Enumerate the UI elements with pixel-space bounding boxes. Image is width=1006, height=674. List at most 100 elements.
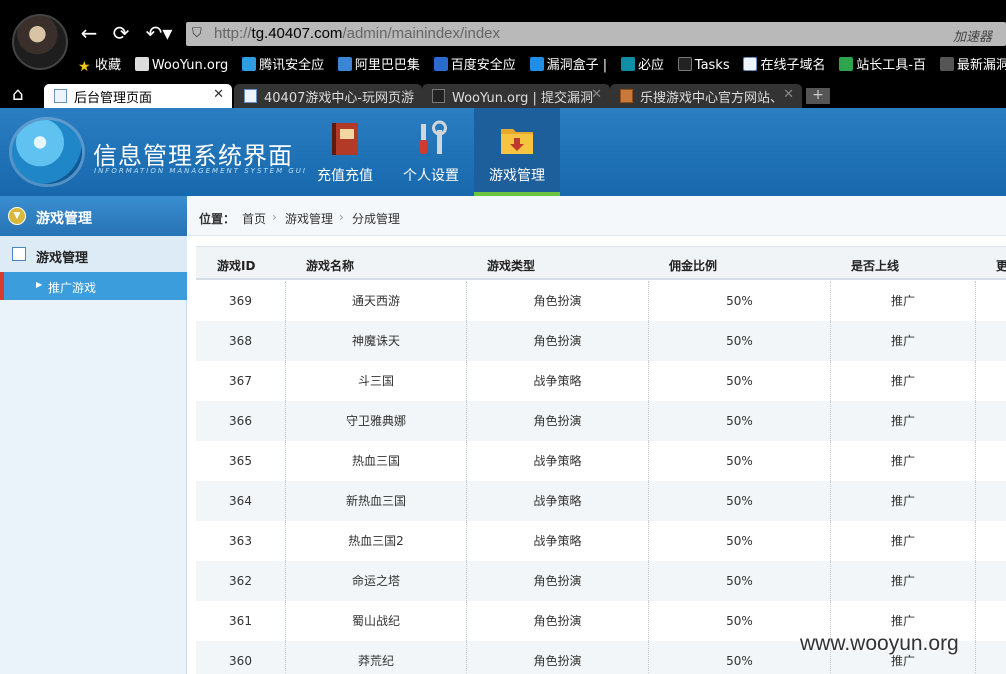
bookmark-item[interactable]: 最新漏洞 - (939, 56, 1006, 76)
bookmark-item[interactable]: 漏洞盒子 | (529, 56, 607, 76)
user-avatar[interactable] (12, 14, 68, 70)
cell-id: 364 (196, 481, 286, 521)
bookmark-item[interactable]: Tasks (677, 56, 730, 76)
tab-label: WooYun.org | 提交漏洞 (452, 91, 594, 106)
table-row[interactable]: 368 神魔诛天 角色扮演 50% 推广 (196, 321, 1006, 361)
site-icon (620, 89, 633, 103)
cell-more (976, 361, 1006, 401)
breadcrumb-separator: › (339, 210, 344, 224)
breadcrumb-label: 位置： (199, 212, 236, 226)
cell-name: 守卫雅典娜 (286, 401, 467, 441)
sidebar-group[interactable]: 游戏管理 (0, 236, 187, 272)
cell-ratio: 50% (649, 401, 831, 441)
table-row[interactable]: 367 斗三国 战争策略 50% 推广 (196, 361, 1006, 401)
cell-id: 361 (196, 601, 286, 641)
undo-menu-icon[interactable]: ↶▾ (142, 22, 176, 44)
bookmark-item[interactable]: 腾讯安全应 (242, 56, 324, 76)
caret-right-icon: ▶ (36, 280, 43, 289)
logo-globe-icon (12, 120, 82, 184)
site-icon (242, 57, 257, 71)
close-icon[interactable]: ✕ (783, 87, 794, 102)
address-text[interactable]: http://tg.40407.com/admin/mainindex/inde… (214, 25, 500, 42)
cell-type: 战争策略 (467, 441, 649, 481)
cell-more (976, 401, 1006, 441)
cell-name: 命运之塔 (286, 561, 467, 601)
table-header: 游戏ID 游戏名称 游戏类型 佣金比例 是否上线 更 (196, 246, 1006, 280)
table-row[interactable]: 363 热血三国2 战争策略 50% 推广 (196, 521, 1006, 561)
star-icon: ★ (78, 59, 91, 75)
folder-icon (501, 129, 533, 154)
cell-name: 蜀山战纪 (286, 601, 467, 641)
table-row[interactable]: 366 守卫雅典娜 角色扮演 50% 推广 (196, 401, 1006, 441)
cell-more (976, 561, 1006, 601)
cell-ratio: 50% (649, 361, 831, 401)
cell-online: 推广 (831, 441, 976, 481)
tab-strip: ⌂ 后台管理页面 ✕ 40407游戏中心-玩网页游 ✕ WooYun.org |… (0, 82, 1006, 108)
bookmark-item[interactable]: 百度安全应 (433, 56, 516, 76)
cell-online: 推广 (831, 401, 976, 441)
nav-recharge[interactable]: 充值充值 (302, 108, 388, 196)
bookmark-item[interactable]: 阿里巴巴集 (337, 56, 420, 76)
bookmark-item[interactable]: WooYun.org (134, 56, 228, 76)
cell-more (976, 441, 1006, 481)
breadcrumb-game-management[interactable]: 游戏管理 (285, 210, 333, 227)
close-icon[interactable]: ✕ (591, 87, 602, 102)
table-row[interactable]: 362 命运之塔 角色扮演 50% 推广 (196, 561, 1006, 601)
shield-icon (529, 57, 544, 71)
cell-more (976, 281, 1006, 321)
tab-label: 40407游戏中心-玩网页游 (264, 91, 415, 106)
column-header: 游戏类型 (487, 259, 536, 273)
cell-ratio: 50% (649, 321, 831, 361)
back-icon[interactable]: ← (78, 22, 100, 44)
tab-admin[interactable]: 后台管理页面 ✕ (44, 84, 232, 108)
cell-type: 角色扮演 (467, 281, 649, 321)
site-icon (839, 57, 854, 71)
cell-more (976, 321, 1006, 361)
breadcrumb-current: 分成管理 (352, 212, 401, 226)
cell-ratio: 50% (649, 561, 831, 601)
cell-more (976, 641, 1006, 674)
bookmarks-bar: ★ 收藏 WooYun.org 腾讯安全应 阿里巴巴集 百度安全应 漏洞盒子 | … (78, 56, 1006, 76)
sidebar-section-header[interactable]: ▼ 游戏管理 (0, 196, 187, 236)
browser-chrome: ← ⟳ ↶▾ ⛉ http://tg.40407.com/admin/maini… (0, 0, 1006, 108)
home-icon[interactable]: ⌂ (12, 84, 23, 105)
table-row[interactable]: 369 通天西游 角色扮演 50% 推广 (196, 281, 1006, 321)
tools-icon (420, 120, 447, 154)
sidebar-group-label: 游戏管理 (36, 251, 89, 266)
new-tab-button[interactable]: + (806, 88, 830, 104)
nav-game-management[interactable]: 游戏管理 (474, 108, 560, 196)
sidebar-item-promote-games[interactable]: ▶ 推广游戏 (0, 272, 187, 300)
table-row[interactable]: 365 热血三国 战争策略 50% 推广 (196, 441, 1006, 481)
nav-label: 个人设置 (403, 168, 459, 184)
app-header: 信息管理系统界面 INFORMATION MANAGEMENT SYSTEM G… (0, 108, 1006, 196)
close-icon[interactable]: ✕ (213, 87, 224, 102)
address-bar[interactable]: ⛉ http://tg.40407.com/admin/mainindex/in… (186, 22, 1006, 46)
bookmark-item[interactable]: ★ 收藏 (78, 56, 121, 76)
watermark: www.wooyun.org (800, 632, 959, 655)
tab-label: 后台管理页面 (74, 91, 153, 106)
reload-icon[interactable]: ⟳ (110, 22, 132, 44)
tab-lesou[interactable]: 乐搜游戏中心官方网站、 ✕ (610, 84, 802, 108)
tab-40407[interactable]: 40407游戏中心-玩网页游 ✕ (234, 84, 422, 108)
site-icon (337, 57, 352, 71)
cell-id: 363 (196, 521, 286, 561)
page-icon (743, 57, 758, 71)
cell-id: 362 (196, 561, 286, 601)
accelerator-label[interactable]: 加速器 (953, 26, 992, 45)
bookmark-item[interactable]: 站长工具-百 (839, 56, 926, 76)
bookmark-item[interactable]: 必应 (620, 56, 664, 76)
nav-personal-settings[interactable]: 个人设置 (388, 108, 474, 196)
close-icon[interactable]: ✕ (403, 87, 414, 102)
column-header: 是否上线 (851, 259, 900, 273)
bookmark-item[interactable]: 在线子域名 (743, 56, 825, 76)
tab-wooyun[interactable]: WooYun.org | 提交漏洞 ✕ (422, 84, 610, 108)
cell-id: 367 (196, 361, 286, 401)
app-subtitle: INFORMATION MANAGEMENT SYSTEM GUI (94, 167, 307, 175)
breadcrumb-home[interactable]: 首页 (242, 210, 266, 227)
bing-icon (620, 57, 635, 71)
site-icon (432, 89, 445, 103)
table-row[interactable]: 364 新热血三国 战争策略 50% 推广 (196, 481, 1006, 521)
cell-id: 368 (196, 321, 286, 361)
book-icon (332, 123, 358, 155)
site-icon (939, 57, 954, 71)
